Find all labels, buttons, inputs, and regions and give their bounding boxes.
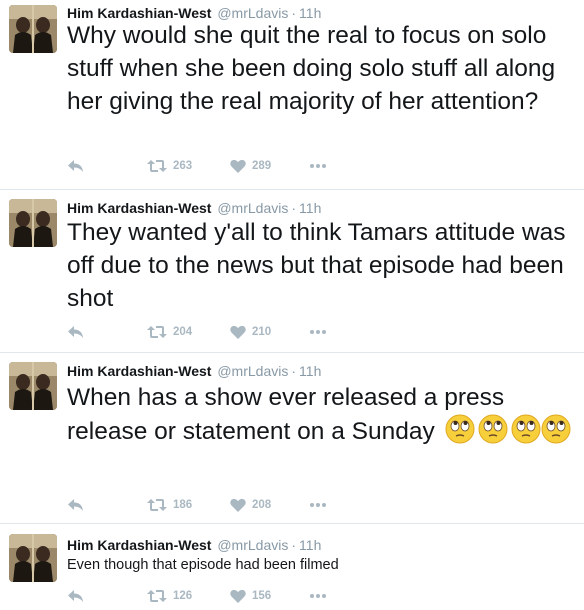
tweet-actions: 263 289 [67,156,367,176]
avatar-photo [9,199,57,247]
like-button[interactable]: 156 [230,586,271,606]
timestamp[interactable]: 11h [299,363,321,379]
face-with-rolling-eyes-emoji [478,414,508,444]
author-name[interactable]: Him Kardashian-West [67,537,211,553]
avatar-photo [9,5,57,53]
like-button[interactable]: 210 [230,322,271,342]
tweet-text: They wanted y'all to think Tamars attitu… [67,219,566,312]
retweet-icon [147,326,167,338]
author-handle[interactable]: @mrLdavis [217,200,288,216]
avatar[interactable] [9,362,57,410]
like-count: 289 [252,160,272,172]
author-name[interactable]: Him Kardashian-West [67,200,211,216]
tweet[interactable]: Him Kardashian-West @mrLdavis · 11h Why wo… [0,0,584,188]
separator: · [291,200,297,216]
more-button[interactable] [309,322,327,342]
separator: · [291,363,297,379]
retweet-button[interactable]: 126 [147,586,192,606]
retweet-count: 263 [173,160,193,172]
retweet-button[interactable]: 204 [147,322,192,342]
tweet-text: Why would she quit the real to focus on … [67,22,556,115]
reply-button[interactable] [67,495,84,515]
face-with-rolling-eyes-emoji [445,414,475,444]
like-count: 156 [252,590,272,602]
tweet-feed: Him Kardashian-West @mrLdavis · 11h Why wo… [0,0,584,610]
more-button[interactable] [309,495,327,515]
retweet-icon [147,160,167,172]
avatar-photo [9,534,57,582]
heart-icon [230,589,246,603]
retweet-button[interactable]: 263 [147,156,192,176]
reply-button[interactable] [67,322,84,342]
more-icon [310,594,326,598]
tweet-text-block: When has a show ever released a press re… [67,381,577,448]
tweet-header: Him Kardashian-West @mrLdavis · 11h [67,199,321,217]
face-with-rolling-eyes-emoji [541,414,571,444]
tweet[interactable]: Him Kardashian-West @mrLdavis · 11h When h… [0,353,584,523]
author-name[interactable]: Him Kardashian-West [67,363,211,379]
heart-icon [230,159,246,173]
heart-icon [230,325,246,339]
tweet-actions: 126 156 [67,586,367,606]
retweet-icon [147,499,167,511]
author-handle[interactable]: @mrLdavis [217,363,288,379]
tweet-text: Even though that episode had been filmed [67,557,339,573]
tweet-actions: 204 210 [67,322,367,342]
timestamp[interactable]: 11h [299,200,321,216]
author-handle[interactable]: @mrLdavis [217,537,288,553]
more-button[interactable] [309,156,327,176]
avatar[interactable] [9,534,57,582]
retweet-icon [147,590,167,602]
retweet-count: 186 [173,499,193,511]
reply-button[interactable] [67,156,84,176]
avatar[interactable] [9,199,57,247]
reply-icon [68,499,83,511]
tweet[interactable]: Him Kardashian-West @mrLdavis · 11h They w… [0,190,584,352]
tweet-header: Him Kardashian-West @mrLdavis · 11h [67,362,321,380]
avatar[interactable] [9,5,57,53]
separator: · [291,537,297,553]
tweet-header: Him Kardashian-West @mrLdavis · 11h [67,536,321,554]
heart-icon [230,498,246,512]
timestamp[interactable]: 11h [299,537,321,553]
more-button[interactable] [309,586,327,606]
avatar-photo [9,362,57,410]
reply-icon [68,160,83,172]
reply-icon [68,326,83,338]
tweet-actions: 186 208 [67,495,367,515]
retweet-button[interactable]: 186 [147,495,192,515]
more-icon [310,164,326,168]
retweet-count: 126 [173,590,193,602]
like-button[interactable]: 289 [230,156,271,176]
like-count: 208 [252,499,272,511]
more-icon [310,330,326,334]
tweet[interactable]: Him Kardashian-West @mrLdavis · 11h Even t… [0,524,584,610]
reply-button[interactable] [67,586,84,606]
like-count: 210 [252,326,272,338]
tweet-text: When has a show ever released a press re… [67,384,505,445]
like-button[interactable]: 208 [230,495,271,515]
reply-icon [68,590,83,602]
retweet-count: 204 [173,326,193,338]
face-with-rolling-eyes-emoji [511,414,541,444]
more-icon [310,503,326,507]
